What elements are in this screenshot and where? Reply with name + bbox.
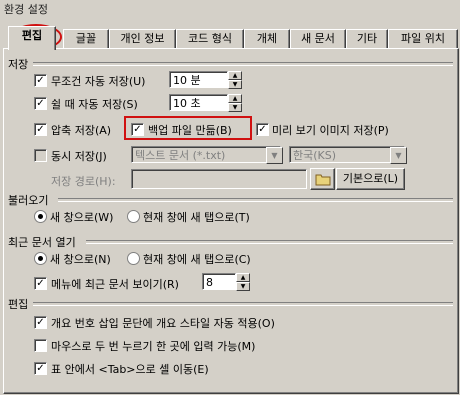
section-separator [33, 302, 453, 306]
dblclick-input-checkbox[interactable] [34, 339, 47, 352]
tab-file-location[interactable]: 파일 위치 [388, 29, 458, 49]
preview-image-label: 미리 보기 이미지 저장(P) [272, 124, 389, 137]
recent-new-window-label: 새 창으로(N) [50, 253, 111, 266]
spin-down-icon[interactable]: ▼ [236, 282, 250, 291]
spin-up-icon[interactable]: ▲ [236, 273, 250, 282]
tab-object[interactable]: 개체 [244, 29, 290, 49]
tab-etc[interactable]: 기타 [346, 29, 388, 49]
section-open-title: 불러오기 [8, 194, 49, 207]
browse-folder-button[interactable] [310, 168, 335, 190]
open-new-tab-label: 현재 창에 새 탭으로(T) [143, 211, 250, 224]
spin-down-icon[interactable]: ▼ [228, 103, 242, 112]
tab-code-format[interactable]: 코드 형식 [176, 29, 244, 49]
section-save-title: 저장 [8, 58, 29, 71]
spin-down-icon[interactable]: ▼ [228, 80, 242, 89]
recent-count-spinner[interactable]: ▲ ▼ [236, 273, 250, 291]
compress-save-checkbox[interactable]: ✓ [34, 123, 47, 136]
idle-save-label: 쉴 때 자동 저장(S) [51, 98, 138, 111]
idle-save-spinner[interactable]: ▲ ▼ [228, 94, 242, 112]
section-recent-title: 최근 문서 열기 [8, 236, 76, 249]
tab-move-checkbox[interactable]: ✓ [34, 362, 47, 375]
idle-save-checkbox[interactable]: ✓ [34, 97, 47, 110]
recent-menu-checkbox[interactable]: ✓ [34, 277, 47, 290]
title-bar: 환경 설정 [0, 0, 460, 17]
window-title: 환경 설정 [4, 3, 48, 16]
recent-new-tab-radio[interactable] [127, 252, 140, 265]
dropdown-arrow-icon[interactable]: ▼ [266, 147, 283, 164]
section-edit-title: 편집 [8, 298, 29, 311]
auto-save-spinner[interactable]: ▲ ▼ [228, 71, 242, 89]
default-path-button[interactable]: 기본으로(L) [336, 168, 405, 190]
spin-up-icon[interactable]: ▲ [228, 71, 242, 80]
tab-strip: 편집 글꼴 개인 정보 코드 형식 개체 새 문서 기타 파일 위치 [3, 26, 459, 50]
open-new-tab-radio[interactable] [127, 210, 140, 223]
idle-save-interval-field[interactable]: 10 초 [169, 94, 228, 111]
open-new-window-radio[interactable] [34, 210, 47, 223]
auto-save-interval-field[interactable]: 10 분 [169, 71, 228, 88]
tab-edit[interactable]: 편집 [8, 26, 56, 50]
sync-save-label: 동시 저장(J) [51, 150, 107, 163]
spin-up-icon[interactable]: ▲ [228, 94, 242, 103]
recent-menu-label: 메뉴에 최근 문서 보이기(R) [51, 278, 179, 291]
backup-file-label: 백업 파일 만듦(B) [148, 124, 232, 137]
auto-save-checkbox[interactable]: ✓ [34, 74, 47, 87]
section-separator [58, 198, 453, 202]
save-path-field[interactable] [131, 169, 307, 189]
compress-save-label: 압축 저장(A) [51, 124, 112, 137]
section-separator [86, 240, 453, 244]
tab-personal-info[interactable]: 개인 정보 [109, 29, 176, 49]
folder-icon [315, 174, 330, 186]
recent-new-tab-label: 현재 창에 새 탭으로(C) [143, 253, 251, 266]
auto-save-label: 무조건 자동 저장(U) [51, 75, 146, 88]
preview-image-checkbox[interactable]: ✓ [256, 123, 269, 136]
encoding-select[interactable]: 한국(KS) [289, 146, 405, 163]
dblclick-input-label: 마우스로 두 번 누르기 한 곳에 입력 가능(M) [51, 340, 256, 353]
tab-font[interactable]: 글꼴 [63, 29, 109, 49]
recent-new-window-radio[interactable] [34, 252, 47, 265]
auto-style-checkbox[interactable]: ✓ [34, 316, 47, 329]
auto-style-label: 개요 번호 삽입 문단에 개요 스타일 자동 적용(O) [51, 317, 275, 330]
section-separator [33, 62, 453, 66]
format-select[interactable]: 텍스트 문서 (*.txt) [131, 146, 281, 163]
recent-count-field[interactable]: 8 [202, 273, 236, 290]
sync-save-checkbox[interactable] [34, 149, 47, 162]
open-new-window-label: 새 창으로(W) [50, 211, 114, 224]
tab-new-document[interactable]: 새 문서 [290, 29, 346, 49]
backup-file-checkbox[interactable]: ✓ [131, 123, 144, 136]
save-path-label: 저장 경로(H): [51, 175, 116, 188]
dropdown-arrow-icon[interactable]: ▼ [390, 147, 407, 164]
tab-move-label: 표 안에서 <Tab>으로 셀 이동(E) [51, 363, 209, 376]
